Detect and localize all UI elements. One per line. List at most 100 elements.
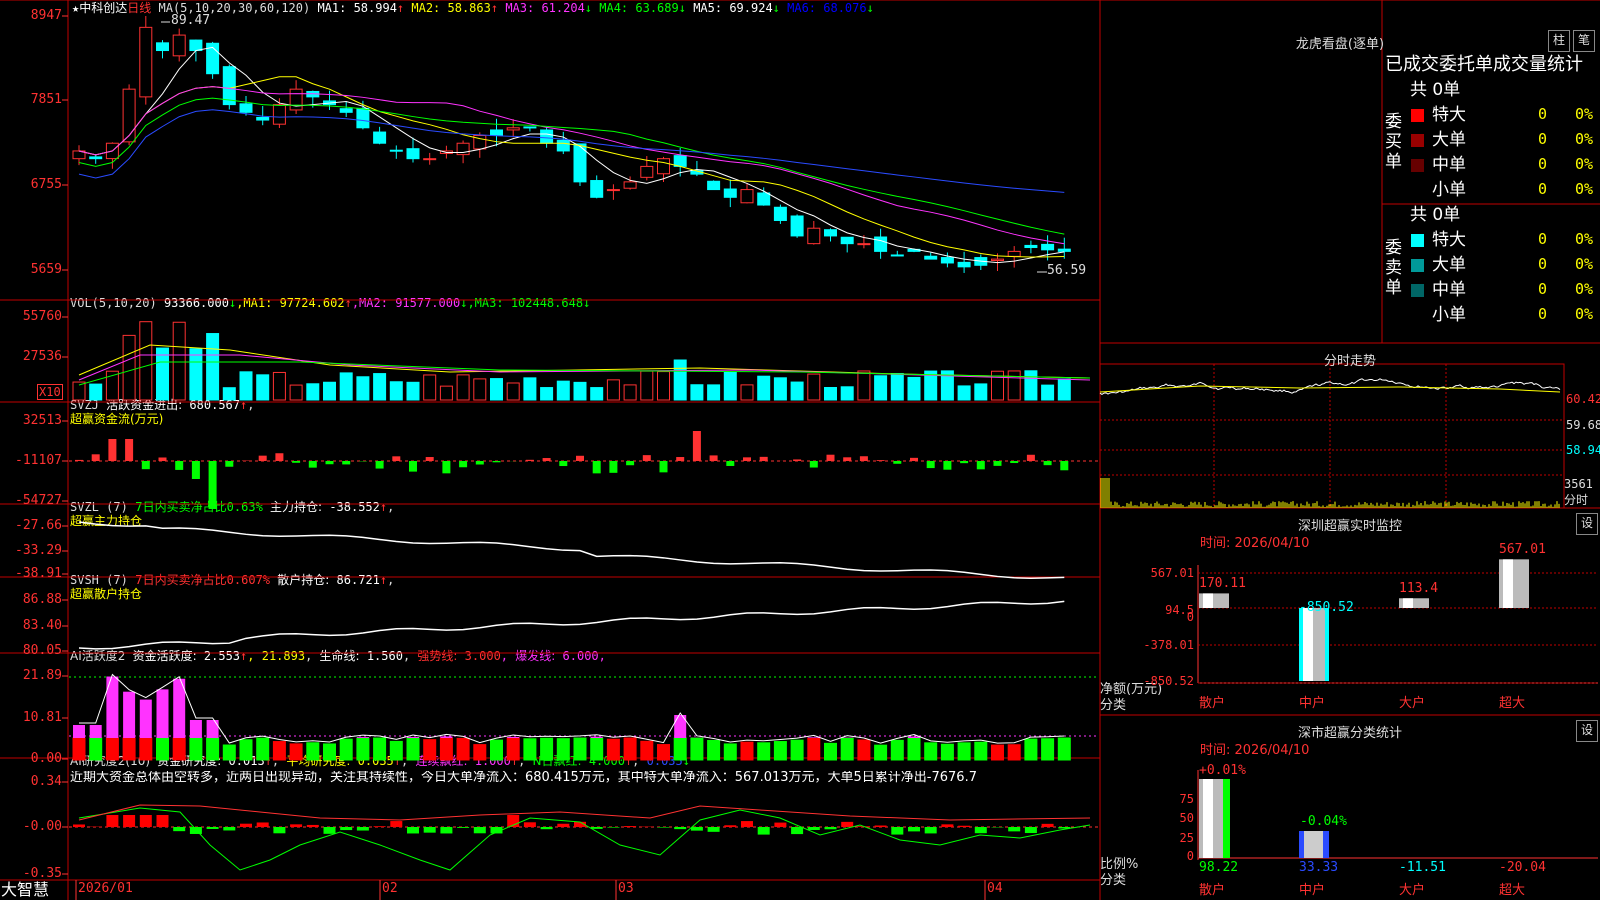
candle-body <box>1024 244 1038 249</box>
ai1-bar-top <box>123 691 136 738</box>
volume-bar <box>673 359 687 401</box>
svzj-bar <box>676 457 685 461</box>
classify-axis-label: 25 <box>1179 831 1194 845</box>
classify-bar-mid-edge <box>1299 831 1304 858</box>
ai2-bar <box>974 827 987 834</box>
monitor-bar-1 <box>1299 608 1329 681</box>
classify-bar-mid-edge <box>1323 831 1329 858</box>
classify-value-label: 98.22 <box>1199 860 1239 875</box>
svzj-bar <box>592 461 601 474</box>
svzj-bar <box>876 460 885 461</box>
classify-settings-button[interactable]: 设 <box>1576 720 1598 742</box>
ai2-bar <box>540 827 553 830</box>
volume-bar <box>606 379 620 401</box>
monitor-bar-2 <box>1399 598 1429 608</box>
ai2-bar <box>741 821 753 827</box>
ai2-bar <box>340 827 353 831</box>
classify-value-label: -11.51 <box>1399 860 1446 875</box>
ai1-bar <box>189 737 203 761</box>
ai2-bar <box>557 823 570 827</box>
ai1-bar <box>640 740 654 761</box>
longhu-header: 已成交委托单成交量统计 <box>1385 54 1583 75</box>
svzj-bar <box>425 457 434 461</box>
ai2-bar <box>206 827 219 829</box>
longhu-bar-button[interactable]: 柱 <box>1548 30 1570 52</box>
monitor-bar-edge <box>1299 608 1303 681</box>
classify-value-label: 33.33 <box>1299 860 1339 875</box>
ai2-bar <box>189 827 202 834</box>
ai2-bar <box>123 815 136 827</box>
candle-body <box>707 180 721 191</box>
monitor-category-label: 大户 <box>1399 696 1426 711</box>
classify-category-label: 超大 <box>1499 883 1526 898</box>
ai1-bar <box>172 737 186 761</box>
ai2-bar <box>139 815 152 827</box>
ai1-bar <box>723 743 737 761</box>
monitor-settings-button[interactable]: 设 <box>1576 513 1598 535</box>
volume-bar <box>573 381 587 401</box>
ai1-bar <box>389 740 403 761</box>
svzj-bar <box>191 461 200 479</box>
candle-body <box>740 189 754 204</box>
volume-bar <box>824 387 837 401</box>
ai1-bar <box>707 739 721 761</box>
monitor-category-label: 散户 <box>1199 696 1226 711</box>
sell-row-swatch <box>1411 284 1424 297</box>
svzl-line <box>78 521 1065 579</box>
svzj-bar <box>993 461 1002 466</box>
volume-bar <box>306 383 320 401</box>
svzj-bar <box>926 461 935 469</box>
x-axis-label: 04 <box>987 881 1003 896</box>
svzj-bar <box>893 461 902 464</box>
svzj-bar <box>141 461 150 470</box>
ai2-bar <box>256 822 269 827</box>
ai1-bar <box>256 737 270 761</box>
candle-body <box>272 104 286 125</box>
sell-row-name: 特大 <box>1432 230 1466 250</box>
ai2-bar <box>440 827 453 834</box>
ai2-bar <box>373 826 386 827</box>
ai1-bar <box>506 737 520 761</box>
buy-row-count: 0 <box>1538 155 1548 173</box>
vol-unit: X10 <box>37 384 63 400</box>
candle-body <box>807 227 821 245</box>
volume-bar <box>690 384 704 401</box>
volume-bar <box>389 381 403 401</box>
app-logo[interactable]: 大智慧 <box>1 880 49 900</box>
ai1-bar <box>606 738 620 761</box>
classify-top-label: +0.01% <box>1199 763 1246 778</box>
ai1-bar <box>1007 744 1021 761</box>
longhu-tick-button[interactable]: 笔 <box>1573 30 1595 52</box>
sell-row-count: 0 <box>1538 255 1548 273</box>
ai2-bar <box>223 827 236 831</box>
monitor-value-label: 567.01 <box>1499 542 1546 558</box>
volume-bar <box>1007 370 1021 401</box>
monitor-time: 时间: 2026/04/10 <box>1200 536 1310 551</box>
ai1-bar-top <box>73 725 85 738</box>
candle-body <box>991 258 1004 261</box>
volume-bar <box>523 377 537 401</box>
ai2-bar <box>73 824 85 827</box>
svzj-bar <box>692 431 701 461</box>
volume-bar <box>506 382 520 401</box>
svzj-bar <box>459 461 468 468</box>
buy-row-pct: 0% <box>1575 180 1594 198</box>
low-label: 56.59 <box>1047 263 1087 278</box>
sell-row-pct: 0% <box>1575 230 1594 248</box>
ai1-bar <box>907 737 921 761</box>
ai1-bar <box>473 744 487 761</box>
ai2-bar <box>423 827 436 833</box>
ai2-bar <box>941 824 954 827</box>
ai1-bar-top <box>189 720 202 738</box>
ai2-bar <box>657 827 670 828</box>
ai2-bar <box>290 824 303 827</box>
svzj-bar <box>726 461 735 466</box>
svzj-bar <box>910 457 918 461</box>
svzj-bar <box>576 455 584 461</box>
svzj-bar <box>158 457 167 461</box>
classify-ylabel: 比例% <box>1100 857 1139 872</box>
ai1-bar <box>590 737 604 761</box>
buy-row-pct: 0% <box>1575 155 1594 173</box>
ai1-bar-top <box>206 720 219 738</box>
monitor-bar-highlight <box>1503 559 1513 608</box>
